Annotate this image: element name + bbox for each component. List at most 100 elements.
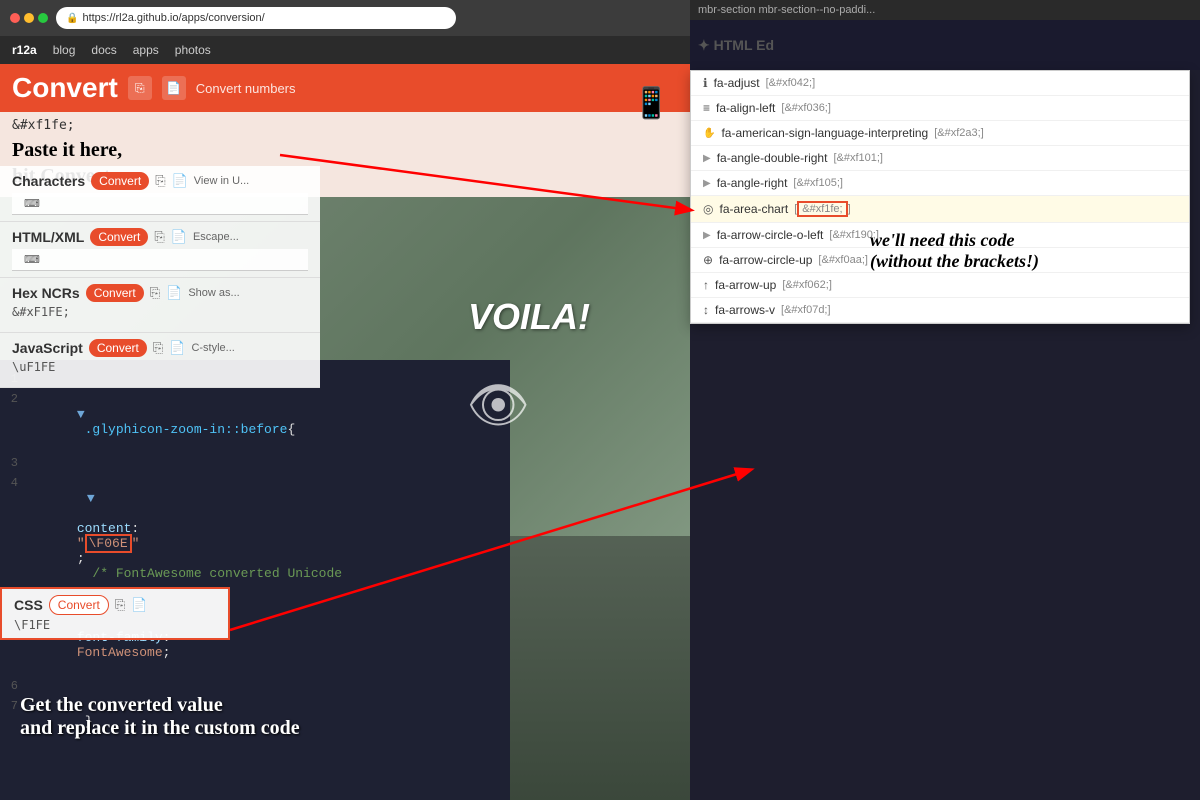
- dropdown-item-fa-angle-dbl-right[interactable]: ▶ fa-angle-double-right [&#xf101;]: [691, 146, 1189, 171]
- file-icon-btn[interactable]: 📄: [162, 76, 186, 100]
- site-title: r12a: [12, 43, 37, 57]
- dropdown-item-fa-asl[interactable]: ✋ fa-american-sign-language-interpreting…: [691, 121, 1189, 146]
- mbr-text: mbr-section mbr-section--no-paddi...: [690, 0, 1200, 20]
- line-content-2: ▼ .glyphicon-zoom-in::before{: [30, 392, 510, 452]
- css-label: CSS: [14, 597, 43, 613]
- fa-arrow-circle-o-name: fa-arrow-circle-o-left: [717, 228, 824, 242]
- nav-docs[interactable]: docs: [91, 43, 116, 57]
- characters-copy-btn[interactable]: ⎘: [155, 173, 165, 189]
- html-escape-btn[interactable]: Escape...: [193, 231, 239, 243]
- line-num-2: 2: [0, 392, 30, 406]
- line-num-4: 4: [0, 476, 30, 490]
- highlight-code: &#xf1fe;: [797, 201, 847, 217]
- hexncrs-copy-btn[interactable]: ⎘: [150, 285, 160, 301]
- dropdown-item-fa-align-left[interactable]: ≡ fa-align-left [&#xf036;]: [691, 96, 1189, 121]
- nav-bar: r12a blog docs apps photos: [0, 36, 690, 64]
- convert-header: Convert ⎘ 📄 Convert numbers: [0, 64, 690, 112]
- convert-main-title: Convert: [12, 72, 118, 104]
- fa-asl-name: fa-american-sign-language-interpreting: [721, 126, 928, 140]
- fa-angle-dbl-right-name: fa-angle-double-right: [717, 151, 828, 165]
- fa-arrow-up-icon: ↑: [703, 278, 709, 292]
- html-label: HTML/XML: [12, 229, 84, 245]
- close-dot[interactable]: [10, 13, 20, 23]
- characters-kbd: ⌨: [12, 193, 308, 215]
- dropdown-item-fa-angle-right[interactable]: ▶ fa-angle-right [&#xf105;]: [691, 171, 1189, 196]
- convert-description: Convert numbers: [196, 81, 296, 96]
- fa-arrow-circle-up-icon: ⊕: [703, 253, 713, 267]
- characters-file-btn[interactable]: 📄: [172, 173, 188, 189]
- js-copy-btn[interactable]: ⎘: [153, 340, 163, 356]
- fa-arrow-up-name: fa-arrow-up: [715, 278, 776, 292]
- characters-view-btn[interactable]: View in U...: [194, 175, 249, 187]
- fa-align-left-name: fa-align-left: [716, 101, 775, 115]
- fa-arrow-up-code: [&#xf062;]: [782, 279, 832, 291]
- fa-angle-right-code: [&#xf105;]: [793, 177, 843, 189]
- html-copy-btn[interactable]: ⎘: [154, 229, 164, 245]
- conv-row-js: JavaScript Convert ⎘ 📄 C-style... \uF1FE: [0, 333, 320, 388]
- characters-convert-btn[interactable]: Convert: [91, 172, 149, 190]
- css-copy-btn[interactable]: ⎘: [115, 597, 125, 613]
- expand-arrow-icon-3: ▶: [703, 230, 711, 241]
- code-line-4: 4 ▼ content: "\F06E" ; /* FontAwesome co…: [0, 474, 510, 598]
- selector-text: .glyphicon-zoom-in::before: [77, 422, 288, 437]
- fa-arrows-v-name: fa-arrows-v: [715, 303, 775, 317]
- characters-label: Characters: [12, 173, 85, 189]
- mobile-icon: 📱: [633, 86, 670, 121]
- annotation-code: we'll need this code (without the bracke…: [870, 230, 1039, 272]
- css-file-btn[interactable]: 📄: [131, 597, 147, 613]
- fa-arrows-v-icon: ↕: [703, 303, 709, 317]
- fa-asl-icon: ✋: [703, 128, 715, 139]
- hexncrs-label: Hex NCRs: [12, 285, 80, 301]
- maximize-dot[interactable]: [38, 13, 48, 23]
- voila-text: VOILA!: [468, 296, 590, 338]
- css-convert-btn[interactable]: Convert: [49, 595, 109, 615]
- css-row-highlight: CSS Convert ⎘ 📄 \F1FE: [0, 587, 230, 640]
- js-value: \uF1FE: [12, 360, 308, 374]
- line-num-6: 6: [0, 679, 30, 693]
- code-line-2: 2 ▼ .glyphicon-zoom-in::before{: [0, 390, 510, 454]
- js-file-btn[interactable]: 📄: [169, 340, 185, 356]
- minimize-dot[interactable]: [24, 13, 34, 23]
- window-controls: [10, 13, 48, 23]
- fa-arrows-v-code: [&#xf07d;]: [781, 304, 831, 316]
- fa-adjust-code: [&#xf042;]: [766, 77, 816, 89]
- html-file-btn[interactable]: 📄: [171, 229, 187, 245]
- css-value: \F1FE: [14, 618, 216, 632]
- lock-icon: 🔒: [66, 13, 78, 24]
- html-kbd: ⌨: [12, 249, 308, 271]
- convert-input[interactable]: [12, 118, 181, 133]
- line-content-4: ▼ content: "\F06E" ; /* FontAwesome conv…: [30, 476, 510, 596]
- conv-row-characters: Characters Convert ⎘ 📄 View in U... ⌨: [0, 166, 320, 222]
- fa-area-chart-icon: ◎: [703, 202, 713, 216]
- conv-row-html: HTML/XML Convert ⎘ 📄 Escape... ⌨: [0, 222, 320, 278]
- dropdown-item-fa-arrows-v[interactable]: ↕ fa-arrows-v [&#xf07d;]: [691, 298, 1189, 323]
- html-convert-btn[interactable]: Convert: [90, 228, 148, 246]
- eye-icon: 👁: [467, 376, 530, 435]
- fa-area-chart-code: [&#xf1fe;]: [794, 201, 850, 217]
- js-convert-btn[interactable]: Convert: [89, 339, 147, 357]
- fa-align-left-icon: ≡: [703, 101, 710, 115]
- url-bar[interactable]: 🔒 https://rl2a.github.io/apps/conversion…: [56, 7, 456, 29]
- dropdown-list: ℹ fa-adjust [&#xf042;] ≡ fa-align-left […: [690, 70, 1190, 324]
- dropdown-item-fa-arrow-up[interactable]: ↑ fa-arrow-up [&#xf062;]: [691, 273, 1189, 298]
- nav-blog[interactable]: blog: [53, 43, 76, 57]
- hexncrs-file-btn[interactable]: 📄: [166, 285, 182, 301]
- dropdown-item-fa-area-chart[interactable]: ◎ fa-area-chart [&#xf1fe;]: [691, 196, 1189, 223]
- conv-row-hexncrs: Hex NCRs Convert ⎘ 📄 Show as... &#xF1FE;: [0, 278, 320, 333]
- hexncrs-convert-btn[interactable]: Convert: [86, 284, 144, 302]
- fa-angle-right-name: fa-angle-right: [717, 176, 788, 190]
- fa-angle-dbl-right-code: [&#xf101;]: [833, 152, 883, 164]
- js-cstyle-btn[interactable]: C-style...: [191, 342, 234, 354]
- url-text: https://rl2a.github.io/apps/conversion/: [82, 12, 264, 24]
- expand-arrow-icon: ▶: [703, 153, 711, 164]
- fa-adjust-icon: ℹ: [703, 76, 708, 90]
- dropdown-item-fa-adjust[interactable]: ℹ fa-adjust [&#xf042;]: [691, 71, 1189, 96]
- nav-apps[interactable]: apps: [133, 43, 159, 57]
- nav-photos[interactable]: photos: [175, 43, 211, 57]
- fa-area-chart-name: fa-area-chart: [719, 202, 788, 216]
- bottom-text: Get the converted value and replace it i…: [20, 694, 300, 740]
- expand-arrow-icon-2: ▶: [703, 178, 711, 189]
- hexncrs-show-btn[interactable]: Show as...: [188, 287, 239, 299]
- fa-arrow-circle-up-code: [&#xf0aa;]: [818, 254, 868, 266]
- copy-icon-btn[interactable]: ⎘: [128, 76, 152, 100]
